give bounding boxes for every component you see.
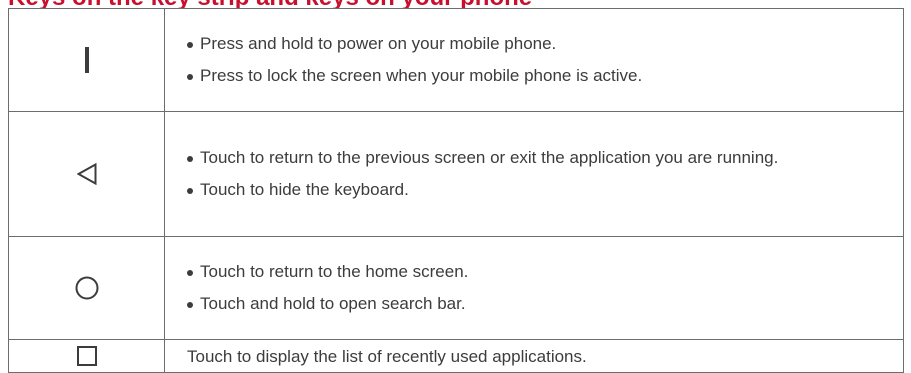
list-item: Press to lock the screen when your mobil… <box>187 61 883 91</box>
table-row: Touch to return to the previous screen o… <box>8 111 904 237</box>
recent-apps-key-icon <box>9 346 164 366</box>
section-heading-strip: Keys on the key strip and keys on your p… <box>0 0 911 8</box>
table-row: Touch to return to the home screen. Touc… <box>8 236 904 340</box>
home-key-icon <box>9 276 164 300</box>
key-icon-cell <box>8 111 165 237</box>
key-description-text: Touch to display the list of recently us… <box>187 347 587 366</box>
list-item: Touch to return to the home screen. <box>187 257 883 287</box>
list-item: Touch to return to the previous screen o… <box>187 143 883 173</box>
list-item: Touch and hold to open search bar. <box>187 289 883 319</box>
list-item: Press and hold to power on your mobile p… <box>187 29 883 59</box>
key-function-table: Press and hold to power on your mobile p… <box>8 8 904 373</box>
key-description-list: Touch to return to the home screen. Touc… <box>187 257 883 319</box>
key-description-cell: Touch to return to the previous screen o… <box>164 111 904 237</box>
back-key-icon <box>9 163 164 185</box>
key-icon-cell <box>8 8 165 112</box>
key-description-cell: Touch to return to the home screen. Touc… <box>164 236 904 340</box>
key-icon-cell <box>8 236 165 340</box>
table-row: Press and hold to power on your mobile p… <box>8 8 904 112</box>
power-key-icon <box>9 47 164 73</box>
list-item: Touch to hide the keyboard. <box>187 175 883 205</box>
key-description-cell: Press and hold to power on your mobile p… <box>164 8 904 112</box>
key-description-list: Touch to return to the previous screen o… <box>187 143 883 205</box>
section-heading: Keys on the key strip and keys on your p… <box>0 0 911 8</box>
key-description-list: Press and hold to power on your mobile p… <box>187 29 883 91</box>
